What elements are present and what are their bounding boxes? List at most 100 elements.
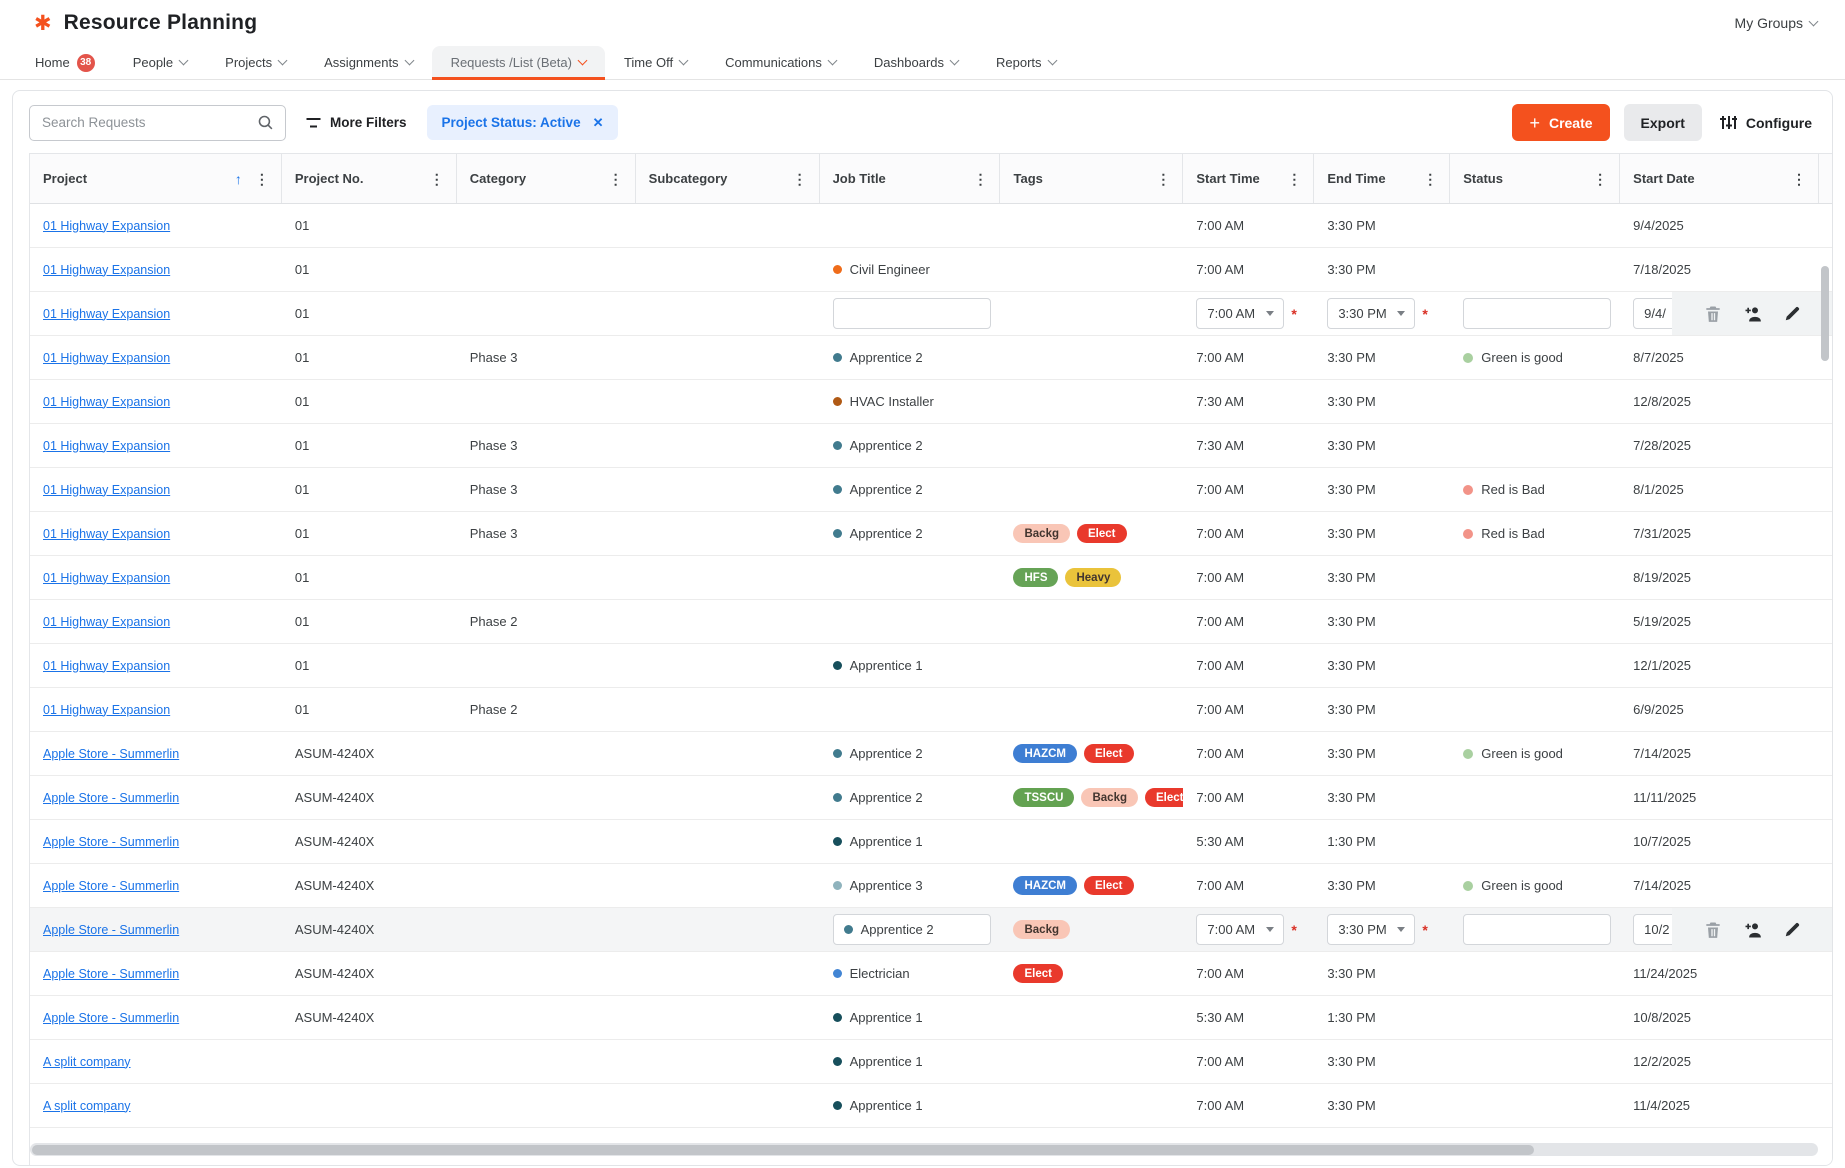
tags-cell: Backg Elect: [1000, 524, 1183, 543]
job-title-input[interactable]: Apprentice 2: [832, 914, 992, 945]
assign-person-button[interactable]: [1742, 919, 1763, 940]
start-date-cell: 12/8/2025: [1620, 394, 1819, 409]
project-link[interactable]: A split company: [43, 1055, 131, 1069]
trash-icon: [1705, 306, 1720, 322]
status-cell: [1450, 914, 1620, 945]
nav-tab-time-off[interactable]: Time Off: [605, 46, 706, 79]
job-title-value: Apprentice 2: [849, 526, 923, 541]
project-link[interactable]: 01 Highway Expansion: [43, 439, 170, 453]
status-input[interactable]: [1463, 914, 1612, 945]
job-title-cell: Apprentice 1: [820, 658, 1001, 673]
configure-button[interactable]: Configure: [1716, 104, 1816, 141]
nav-tab-dashboards[interactable]: Dashboards: [855, 46, 977, 79]
column-menu-icon[interactable]: ⋮: [1420, 170, 1440, 188]
column-header-label: Subcategory: [648, 171, 728, 186]
search-box[interactable]: [29, 104, 286, 141]
nav-tab-projects[interactable]: Projects: [206, 46, 305, 79]
project-link[interactable]: 01 Highway Expansion: [43, 483, 170, 497]
column-header-project-no[interactable]: Project No. ⋮: [282, 154, 457, 203]
job-title-input[interactable]: [832, 298, 992, 329]
status-input[interactable]: [1463, 298, 1612, 329]
job-title-dot-icon: [832, 1057, 842, 1066]
start-date-value: 11/4/2025: [1633, 1098, 1691, 1113]
project-link[interactable]: 01 Highway Expansion: [43, 703, 170, 717]
more-filters-button[interactable]: More Filters: [306, 115, 407, 130]
assign-person-button[interactable]: [1742, 303, 1763, 324]
job-title-value: Apprentice 2: [849, 746, 923, 761]
nav-tab-requests-list-beta[interactable]: Requests /List (Beta): [431, 46, 606, 80]
person-add-icon: [1745, 922, 1761, 937]
start-time-value: 7:00 AM: [1207, 922, 1256, 937]
nav-tab-people[interactable]: People: [114, 46, 206, 79]
edit-button[interactable]: [1782, 919, 1803, 940]
create-button[interactable]: + Create: [1512, 104, 1610, 141]
column-menu-icon[interactable]: ⋮: [1590, 170, 1610, 188]
nav-tab-assignments[interactable]: Assignments: [305, 46, 431, 79]
project-link[interactable]: 01 Highway Expansion: [43, 615, 170, 629]
delete-button[interactable]: [1702, 919, 1723, 940]
project-link[interactable]: Apple Store - Summerlin: [43, 879, 179, 893]
column-menu-icon[interactable]: ⋮: [1284, 170, 1304, 188]
project-link[interactable]: 01 Highway Expansion: [43, 395, 170, 409]
horizontal-scrollbar[interactable]: [30, 1143, 1818, 1156]
export-button[interactable]: Export: [1623, 104, 1702, 141]
project-link[interactable]: 01 Highway Expansion: [43, 263, 170, 277]
column-menu-icon[interactable]: ⋮: [1153, 170, 1173, 188]
start-time-cell: 7:00 AM: [1183, 790, 1314, 805]
sort-ascending-icon[interactable]: ↑: [235, 171, 242, 187]
project-link[interactable]: 01 Highway Expansion: [43, 307, 170, 321]
nav-tab-home[interactable]: Home 38: [16, 46, 114, 79]
end-time-select[interactable]: 3:30 PM: [1327, 914, 1416, 945]
close-icon[interactable]: ✕: [593, 115, 604, 131]
column-header-project[interactable]: Project ↑ ⋮: [30, 154, 282, 203]
nav-tab-reports[interactable]: Reports: [977, 46, 1075, 79]
column-header-en[interactable]: En⋮: [1819, 154, 1832, 203]
status-dot-icon: [1463, 484, 1474, 495]
project-link[interactable]: 01 Highway Expansion: [43, 659, 170, 673]
status-value: Red is Bad: [1481, 526, 1545, 541]
configure-label: Configure: [1745, 114, 1812, 131]
column-header-label: Category: [469, 171, 527, 186]
project-link[interactable]: Apple Store - Summerlin: [43, 747, 179, 761]
column-header-job-title[interactable]: Job Title ⋮: [820, 154, 1001, 203]
main-nav: Home 38 People Projects Assignments Requests …: [0, 46, 1845, 80]
end-time-value: 3:30 PM: [1327, 526, 1376, 541]
nav-tab-communications[interactable]: Communications: [706, 46, 855, 79]
column-header-end-time[interactable]: End Time ⋮: [1314, 154, 1451, 203]
delete-button[interactable]: [1702, 303, 1723, 324]
column-menu-icon[interactable]: ⋮: [790, 170, 810, 188]
column-header-start-time[interactable]: Start Time ⋮: [1183, 154, 1315, 203]
end-time-select[interactable]: 3:30 PM: [1327, 298, 1416, 329]
project-link[interactable]: 01 Highway Expansion: [43, 571, 170, 585]
start-time-select[interactable]: 7:00 AM: [1196, 298, 1285, 329]
column-header-category[interactable]: Category ⋮: [457, 154, 636, 203]
column-header-tags[interactable]: Tags ⋮: [1000, 154, 1184, 203]
search-input[interactable]: [42, 115, 242, 130]
vertical-scrollbar-thumb[interactable]: [1821, 266, 1829, 361]
project-link[interactable]: Apple Store - Summerlin: [43, 835, 179, 849]
project-link[interactable]: 01 Highway Expansion: [43, 351, 170, 365]
project-link[interactable]: Apple Store - Summerlin: [43, 1011, 179, 1025]
column-menu-icon[interactable]: ⋮: [606, 170, 626, 188]
column-menu-icon[interactable]: ⋮: [970, 170, 990, 188]
project-link[interactable]: 01 Highway Expansion: [43, 219, 170, 233]
column-header-status[interactable]: Status ⋮: [1450, 154, 1621, 203]
job-title-cell: Apprentice 2: [820, 350, 1001, 365]
filter-chip-project-status[interactable]: Project Status: Active ✕: [426, 105, 619, 140]
start-time-select[interactable]: 7:00 AM: [1196, 914, 1285, 945]
project-link[interactable]: A split company: [43, 1099, 131, 1113]
project-link[interactable]: Apple Store - Summerlin: [43, 967, 179, 981]
column-header-subcategory[interactable]: Subcategory ⋮: [636, 154, 820, 203]
end-time-cell: 3:30 PM *: [1314, 298, 1450, 329]
start-time-value: 7:00 AM: [1196, 702, 1245, 717]
horizontal-scrollbar-thumb[interactable]: [32, 1144, 1534, 1155]
column-menu-icon[interactable]: ⋮: [427, 170, 447, 188]
column-menu-icon[interactable]: ⋮: [1789, 170, 1809, 188]
column-header-start-date[interactable]: Start Date ⋮: [1620, 154, 1820, 203]
my-groups-selector[interactable]: My Groups: [1735, 15, 1819, 31]
project-link[interactable]: Apple Store - Summerlin: [43, 923, 179, 937]
edit-button[interactable]: [1782, 303, 1803, 324]
column-menu-icon[interactable]: ⋮: [252, 170, 272, 188]
project-link[interactable]: 01 Highway Expansion: [43, 527, 170, 541]
project-link[interactable]: Apple Store - Summerlin: [43, 791, 179, 805]
